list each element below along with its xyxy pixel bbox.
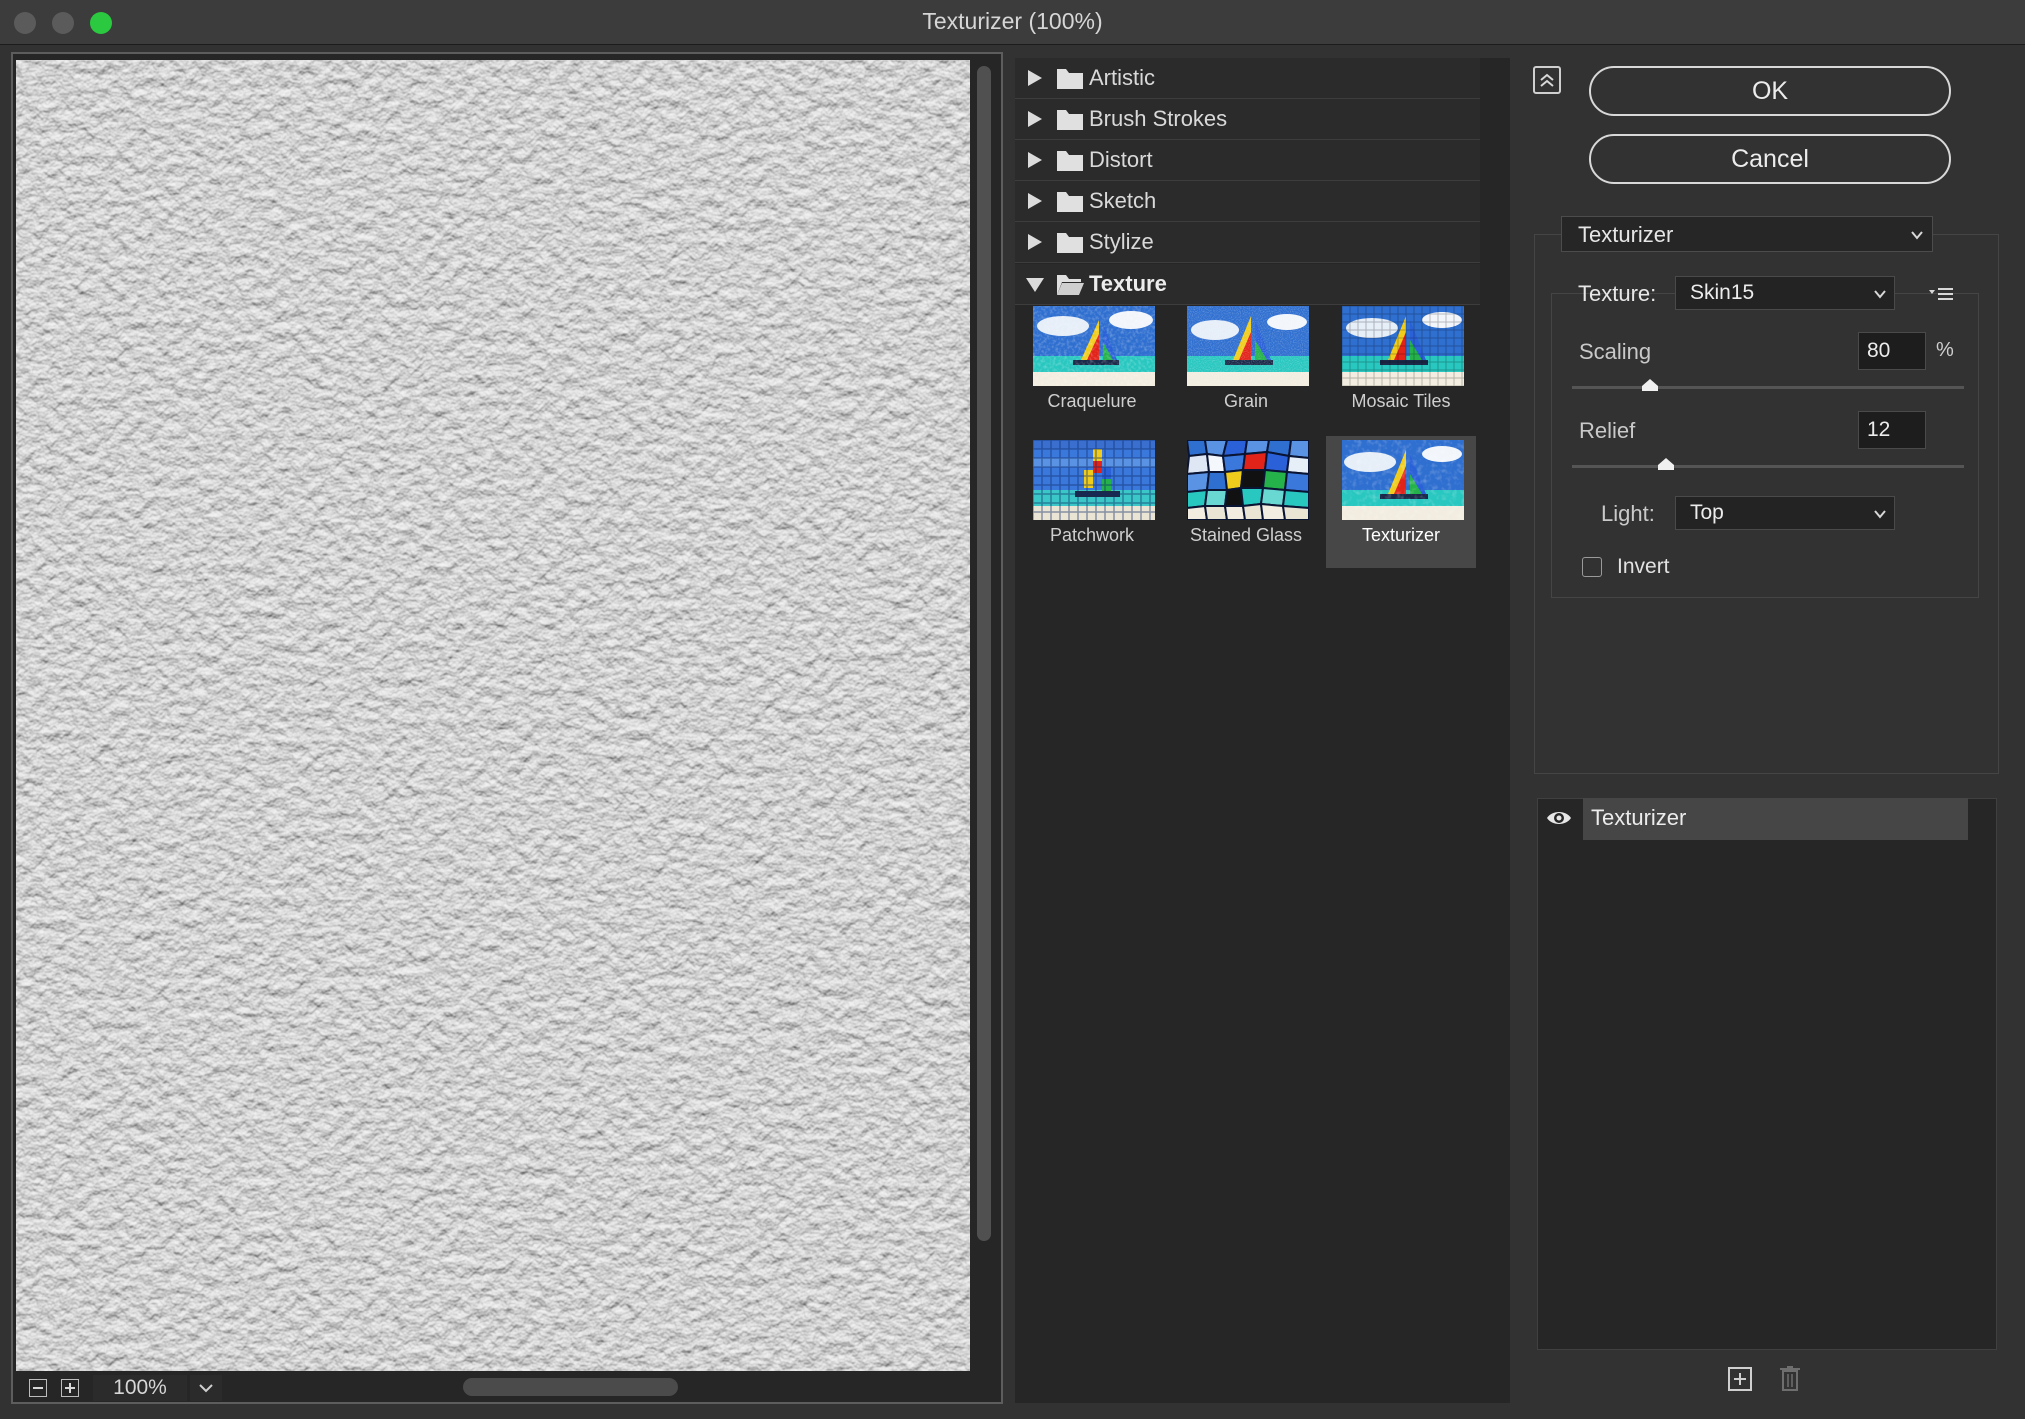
- window-title: Texturizer (100%): [922, 8, 1103, 34]
- new-effect-layer-icon[interactable]: [1728, 1367, 1752, 1391]
- trash-icon[interactable]: [1779, 1365, 1801, 1391]
- filter-label: Texturizer: [1361, 525, 1441, 545]
- texture-menu-icon[interactable]: [1928, 284, 1954, 304]
- zoom-level-dropdown[interactable]: [190, 1375, 222, 1401]
- eye-icon[interactable]: [1546, 807, 1572, 829]
- category-distort[interactable]: Distort: [1015, 140, 1480, 181]
- category-sketch[interactable]: Sketch: [1015, 181, 1480, 222]
- folder-icon: [1057, 69, 1083, 89]
- disclosure-right-icon: [1028, 193, 1042, 209]
- disclosure-right-icon: [1028, 111, 1042, 127]
- filter-thumb-stained-glass[interactable]: Stained Glass: [1171, 436, 1321, 568]
- relief-label: Relief: [1579, 418, 1636, 443]
- category-stylize[interactable]: Stylize: [1015, 222, 1480, 263]
- folder-icon: [1057, 192, 1083, 212]
- category-label: Artistic: [1089, 65, 1155, 90]
- plus-box-icon: [65, 1383, 75, 1393]
- thumbnail-image: [1342, 306, 1464, 386]
- chevron-down-icon: [1911, 231, 1923, 240]
- filter-thumb-mosaic-tiles[interactable]: Mosaic Tiles: [1326, 302, 1476, 434]
- light-label: Light:: [1601, 501, 1655, 526]
- thumbnail-image: [1033, 440, 1155, 520]
- chevron-down-icon: [1874, 290, 1886, 299]
- minus-box-icon: [33, 1387, 43, 1389]
- filter-thumb-texturizer[interactable]: Texturizer: [1326, 436, 1476, 568]
- scaling-slider-track[interactable]: [1572, 386, 1964, 389]
- cancel-button[interactable]: Cancel: [1589, 134, 1951, 184]
- thumbnail-image: [1342, 440, 1464, 520]
- filter-label: Mosaic Tiles: [1351, 391, 1451, 411]
- category-label: Brush Strokes: [1089, 106, 1228, 131]
- category-brush-strokes[interactable]: Brush Strokes: [1015, 99, 1480, 140]
- filter-thumb-craquelure[interactable]: Craquelure: [1017, 302, 1167, 434]
- scaling-label: Scaling: [1579, 339, 1652, 364]
- relief-slider-thumb[interactable]: [1657, 457, 1675, 471]
- folder-icon: [1057, 110, 1083, 130]
- category-label: Texture: [1089, 271, 1167, 296]
- scaling-input[interactable]: 80: [1858, 332, 1926, 370]
- relief-input[interactable]: 12: [1858, 411, 1926, 449]
- filter-select-value: Texturizer: [1578, 222, 1674, 247]
- category-label: Distort: [1089, 147, 1153, 172]
- filter-label: Grain: [1223, 391, 1268, 411]
- category-texture[interactable]: Texture: [1015, 264, 1480, 305]
- invert-label: Invert: [1617, 555, 1670, 578]
- folder-icon: [1057, 151, 1083, 171]
- effect-layer-name: Texturizer: [1591, 805, 1687, 830]
- preview-canvas[interactable]: [16, 60, 970, 1371]
- thumbnail-image: [1187, 440, 1309, 520]
- zoom-level-field[interactable]: 100%: [93, 1375, 187, 1401]
- disclosure-down-icon: [1026, 278, 1044, 292]
- texture-label: Texture:: [1578, 281, 1657, 306]
- disclosure-right-icon: [1028, 70, 1042, 86]
- disclosure-right-icon: [1028, 152, 1042, 168]
- filter-label: Stained Glass: [1189, 525, 1303, 545]
- texture-select-value: Skin15: [1690, 281, 1755, 304]
- invert-checkbox[interactable]: [1582, 557, 1602, 577]
- preview-vertical-scroll-thumb[interactable]: [977, 66, 991, 1241]
- filter-label: Patchwork: [1049, 525, 1135, 545]
- scaling-unit: %: [1936, 339, 1954, 361]
- scaling-slider-thumb[interactable]: [1641, 378, 1659, 392]
- category-label: Stylize: [1089, 229, 1154, 254]
- chevron-down-icon: [1874, 510, 1886, 519]
- category-artistic[interactable]: Artistic: [1015, 58, 1480, 99]
- thumbnail-image: [1033, 306, 1155, 386]
- filter-label: Craquelure: [1047, 391, 1137, 411]
- filter-thumb-grain[interactable]: Grain: [1171, 302, 1321, 434]
- open-folder-icon: [1057, 275, 1084, 295]
- category-label: Sketch: [1089, 188, 1157, 213]
- relief-slider-track[interactable]: [1572, 465, 1964, 468]
- zoom-out-button[interactable]: [29, 1379, 47, 1397]
- filter-thumb-patchwork[interactable]: Patchwork: [1017, 436, 1167, 568]
- texture-preview-image: [16, 60, 970, 1371]
- effect-layers-panel: [1537, 798, 1997, 1350]
- texturizer-dialog: Texturizer (100%) 100% Artistic Brush St…: [0, 0, 2025, 1419]
- light-select-value: Top: [1690, 501, 1724, 524]
- disclosure-right-icon: [1028, 234, 1042, 250]
- folder-icon: [1057, 233, 1083, 253]
- chevron-down-icon: [199, 1384, 213, 1393]
- preview-horizontal-scroll-thumb[interactable]: [463, 1378, 678, 1396]
- ok-button[interactable]: OK: [1589, 66, 1951, 116]
- thumbnail-image: [1187, 306, 1309, 386]
- title-bar: Texturizer (100%): [0, 0, 2025, 45]
- zoom-in-button[interactable]: [61, 1379, 79, 1397]
- collapse-gallery-button[interactable]: [1533, 66, 1561, 94]
- collapse-up-icon: [1540, 73, 1554, 87]
